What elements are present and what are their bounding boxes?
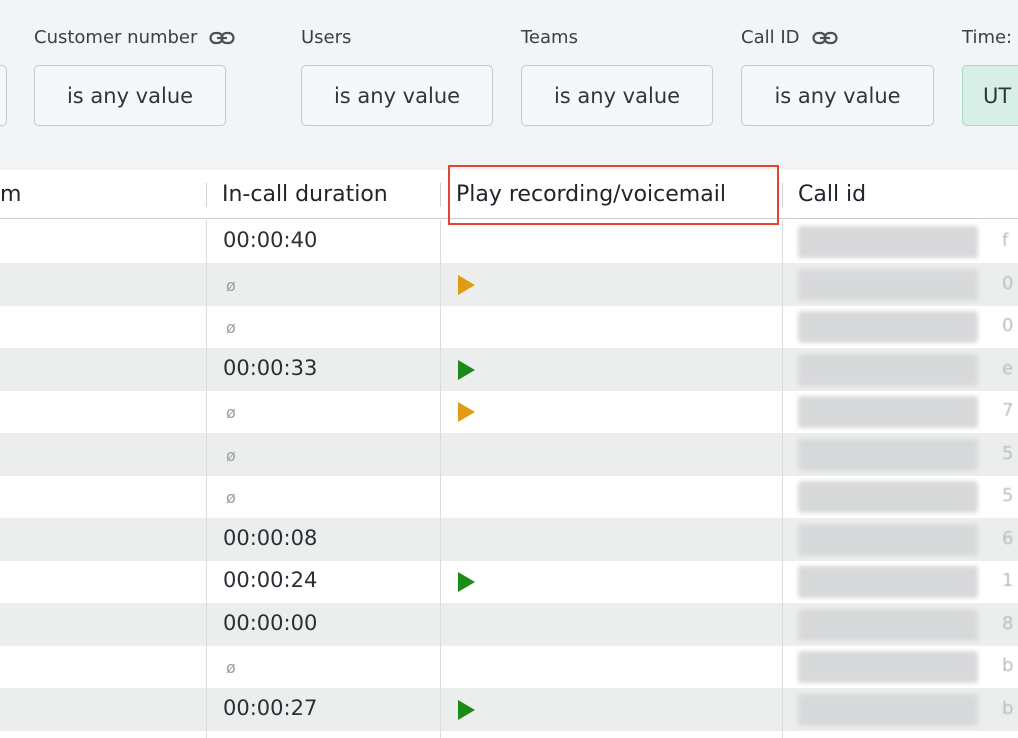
call-id-redacted (798, 226, 978, 258)
call-id-redacted (798, 353, 978, 386)
play-voicemail-icon[interactable] (458, 274, 475, 295)
call-id-redacted (798, 396, 978, 428)
call-id-select[interactable]: is any value (741, 65, 934, 126)
call-id-tail: b (1002, 655, 1014, 676)
duration-cell: ø (226, 403, 236, 422)
duration-cell: ø (226, 275, 236, 295)
table-row[interactable]: 00:00:33 e (0, 347, 1018, 391)
customer-number-select[interactable]: is any value (34, 65, 226, 126)
teams-select[interactable]: is any value (521, 65, 713, 126)
call-id-tail: 0 (1002, 272, 1014, 294)
play-voicemail-icon[interactable] (458, 402, 475, 422)
call-id-tail: e (1002, 357, 1014, 379)
table-row[interactable]: 00:00:08 6 (0, 517, 1018, 561)
play-recording-icon[interactable] (458, 359, 475, 380)
table-row[interactable]: ø0 (0, 262, 1018, 306)
column-divider[interactable] (782, 183, 783, 207)
filter-label-users: Users (301, 27, 351, 48)
duration-cell: 00:00:27 (223, 695, 318, 720)
call-id-tail: f (1002, 230, 1009, 251)
filter-label-text: Users (301, 27, 352, 48)
duration-cell: 00:00:08 (223, 525, 318, 550)
column-header-call-id[interactable]: Call id (798, 182, 866, 207)
duration-cell: 00:00:00 (223, 610, 318, 635)
filter-label-teams: Teams (521, 27, 578, 48)
duration-cell: ø (226, 488, 236, 507)
table-row[interactable]: 00:00:24 1 (0, 560, 1018, 603)
call-id-tail: 7 (1002, 400, 1014, 421)
table-row[interactable]: 00:00:40 f (0, 220, 1018, 263)
filter-label-text: Call ID (741, 27, 800, 48)
play-recording-icon[interactable] (458, 572, 475, 592)
filter-bar: Customer number is any value Users is an… (0, 0, 1018, 170)
link-icon[interactable] (811, 31, 838, 45)
call-id-redacted (798, 311, 978, 343)
column-line (206, 220, 207, 738)
table-header: m In-call duration Play recording/voicem… (0, 165, 1018, 225)
timezone-select[interactable]: UT (962, 65, 1018, 126)
duration-cell: 00:00:40 (223, 228, 318, 252)
call-id-redacted (798, 523, 978, 556)
highlight-box (448, 165, 779, 225)
link-icon[interactable] (209, 31, 236, 45)
filter-label-text: Teams (521, 27, 578, 48)
filter-box-partial[interactable] (0, 65, 7, 126)
table-row[interactable]: ø5 (0, 432, 1018, 476)
filter-label-call-id: Call ID (741, 27, 838, 48)
call-id-tail: 8 (1002, 612, 1014, 634)
table-row[interactable]: ø0 (0, 305, 1018, 348)
call-id-tail: b (1002, 697, 1014, 719)
column-divider[interactable] (206, 183, 207, 207)
table-row[interactable]: øb (0, 645, 1018, 688)
call-id-redacted (798, 608, 978, 641)
table-row[interactable]: 00:00:27 b (0, 687, 1018, 731)
call-id-tail: 1 (1002, 570, 1014, 591)
call-id-tail: 5 (1002, 485, 1014, 506)
duration-cell: ø (226, 445, 236, 465)
call-id-redacted (798, 481, 978, 513)
call-id-redacted (798, 438, 978, 471)
call-id-tail: 6 (1002, 527, 1014, 549)
filter-label-text: Time: (962, 27, 1013, 48)
call-id-redacted (798, 651, 978, 683)
table-row[interactable]: 00:00:00 8 (0, 602, 1018, 646)
duration-cell: ø (226, 658, 236, 677)
column-header-duration[interactable]: In-call duration (222, 182, 388, 207)
duration-cell: 00:00:24 (223, 568, 318, 592)
duration-cell: 00:00:33 (223, 355, 318, 380)
column-header-from[interactable]: m (0, 182, 21, 207)
table-row[interactable]: ø7 (0, 390, 1018, 433)
call-id-tail: 5 (1002, 442, 1014, 464)
call-id-redacted (798, 566, 978, 598)
call-id-redacted (798, 693, 978, 726)
column-line (782, 220, 783, 738)
duration-cell: ø (226, 318, 236, 337)
filter-label-customer-number: Customer number (34, 27, 236, 48)
filter-label-timezone: Time: (962, 27, 1012, 48)
column-divider[interactable] (440, 183, 441, 207)
table-row[interactable]: ø5 (0, 475, 1018, 518)
column-line (440, 220, 441, 738)
call-id-tail: 0 (1002, 315, 1014, 336)
play-recording-icon[interactable] (458, 699, 475, 720)
call-id-redacted (798, 268, 978, 301)
users-select[interactable]: is any value (301, 65, 493, 126)
filter-label-text: Customer number (34, 27, 198, 48)
